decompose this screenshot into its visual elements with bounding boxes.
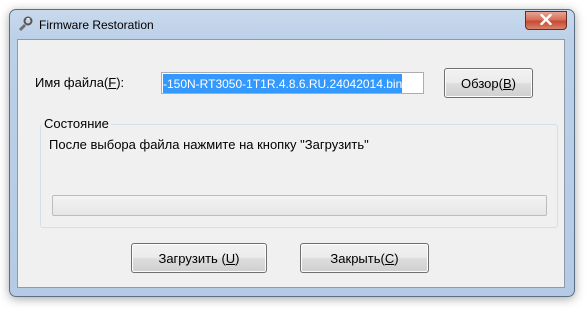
upload-progress-bar: [52, 195, 547, 216]
dialog-body: Имя файла(F): -150N-RT3050-1T1R.4.8.6.RU…: [17, 39, 565, 288]
status-message: После выбора файла нажмите на кнопку "За…: [49, 137, 369, 152]
title-bar[interactable]: Firmware Restoration: [10, 10, 574, 38]
close-button-label: Закрыть(C): [330, 250, 399, 266]
file-path-value: -150N-RT3050-1T1R.4.8.6.RU.24042014.bin: [163, 74, 403, 93]
close-button[interactable]: Закрыть(C): [300, 243, 429, 273]
upload-button-label: Загрузить (U): [158, 250, 240, 266]
close-icon: [540, 12, 552, 30]
file-path-input[interactable]: -150N-RT3050-1T1R.4.8.6.RU.24042014.bin: [161, 72, 424, 94]
browse-button[interactable]: Обзор(B): [444, 68, 533, 98]
window-title: Firmware Restoration: [39, 18, 154, 32]
browse-button-label: Обзор(B): [461, 75, 516, 91]
window-close-button[interactable]: [525, 11, 567, 30]
firmware-restoration-window: Firmware Restoration Имя файла(F): -150N…: [9, 9, 575, 297]
firmware-tool-icon: [17, 16, 33, 32]
file-name-label: Имя файла(F):: [35, 75, 125, 90]
upload-button[interactable]: Загрузить (U): [131, 243, 267, 273]
status-group-title: Состояние: [42, 116, 111, 131]
